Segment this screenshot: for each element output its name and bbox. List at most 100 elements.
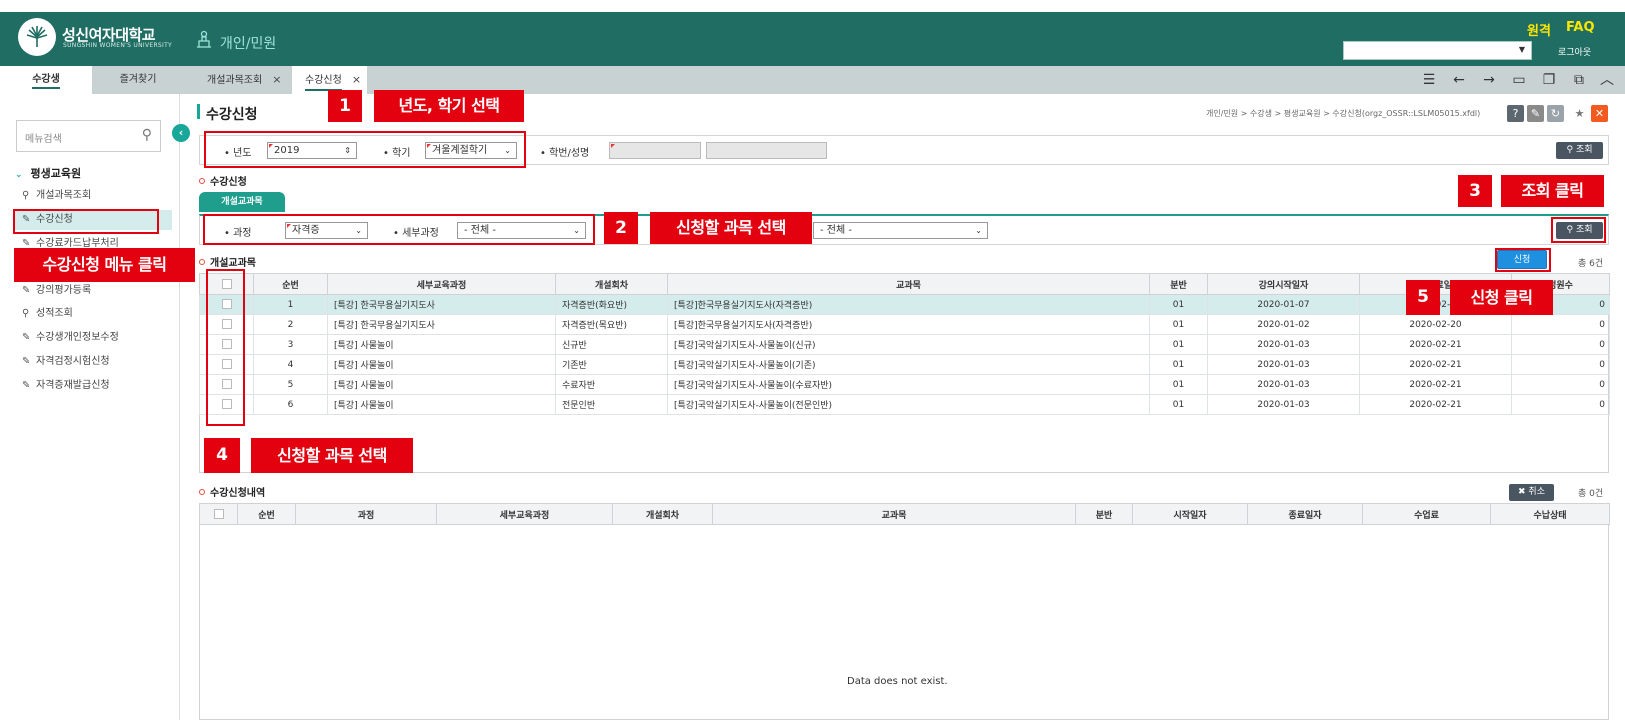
sidebar-item-grades[interactable]: ⚲ 성적조회 [22,304,73,324]
row-session: 수료자반 [555,374,668,395]
table-row[interactable]: 5 [특강] 사물놀이 수료자반 [특강]국악실기지도사-사물놀이(수료자반) 01 20… [199,374,1610,395]
column-header[interactable]: 개설회차 [555,273,668,295]
table-row[interactable]: 4 [특강] 사물놀이 기존반 [특강]국악실기지도사-사물놀이(기존) 01 2020-… [199,354,1610,375]
row-subject: [특강]국악실기지도사-사물놀이(기존) [667,354,1150,375]
row-session: 신규반 [555,334,668,355]
tab-course-search[interactable]: 개설과목조회 × [194,66,289,94]
star-icon[interactable]: ★ [1571,105,1588,122]
popup-icon[interactable]: ⧉ [1571,72,1587,88]
column-header[interactable]: 순번 [237,503,296,525]
column-header[interactable]: 종료일자 [1247,503,1363,525]
row-section: 01 [1149,354,1208,375]
close-icon[interactable]: × [352,73,361,86]
remote-link[interactable]: 원격 [1527,20,1551,39]
column-header[interactable]: 수업료 [1362,503,1491,525]
student-id-input [609,142,701,159]
edit-icon: ✎ [22,285,31,296]
chevron-up-icon[interactable]: ︿ [1599,72,1615,88]
university-logo[interactable] [18,18,56,56]
annotation-label-3: 조회 클릭 [1501,175,1604,207]
civil-service-icon [196,30,212,51]
column-header[interactable]: 세부교육과정 [436,503,613,525]
annotation-number-5: 5 [1406,280,1440,315]
sidebar-item-lecture-evaluation[interactable]: ✎ 강의평가등록 [22,281,91,301]
logo-emblem-icon [26,26,48,47]
arrow-right-icon[interactable]: → [1481,72,1497,88]
row-detail-course: [특강] 한국무용실기지도사 [327,314,556,335]
row-capacity: 0 [1511,314,1610,335]
column-header[interactable]: 순번 [253,273,328,295]
row-number: 6 [253,394,328,415]
row-section: 01 [1149,374,1208,395]
column-header[interactable]: 분반 [1075,503,1133,525]
select-all-checkbox[interactable] [199,503,238,525]
collapse-sidebar-button[interactable]: ‹ [172,124,190,142]
extra-select[interactable]: - 전체 - ⌄ [813,222,988,239]
search-icon: ⚲ [22,308,30,319]
close-icon[interactable]: × [272,73,281,86]
edit-icon: ✎ [22,238,31,248]
logout-button[interactable]: 로그아웃 [1558,45,1591,58]
column-header[interactable]: 교과목 [712,503,1076,525]
cascade-icon[interactable]: ❐ [1541,72,1557,88]
annotation-label-4: 신청할 과목 선택 [251,438,413,473]
row-number: 5 [253,374,328,395]
row-session: 자격증반(화요반) [555,294,668,315]
row-number: 2 [253,314,328,335]
window-icon[interactable]: ▭ [1511,72,1527,88]
row-number: 4 [253,354,328,375]
refresh-icon[interactable]: ↻ [1547,105,1564,122]
column-header[interactable]: 세부교육과정 [327,273,556,295]
chevron-down-icon: ⌄ [15,170,23,180]
search-button[interactable]: ⚲ 조회 [1556,142,1603,159]
row-subject: [특강]국악실기지도사-사물놀이(신규) [667,334,1150,355]
column-header[interactable]: 강의시작일자 [1207,273,1360,295]
row-end-date: 2020-02-21 [1359,354,1512,375]
column-header[interactable]: 개설회차 [612,503,713,525]
menu-title[interactable]: 개인/민원 [220,33,276,53]
sidebar-item-card-payment[interactable]: ✎ 수강료카드납부처리 [22,234,119,248]
row-capacity: 0 [1511,334,1610,355]
arrow-left-icon[interactable]: ← [1451,72,1467,88]
menu-search-input[interactable]: 메뉴검색 ⚲ [16,120,161,152]
history-total: 총 0건 [1578,489,1604,499]
help-icon[interactable]: ? [1507,105,1524,122]
table-row[interactable]: 6 [특강] 사물놀이 전문인반 [특강]국악실기지도사-사물놀이(전문인반) 01 20… [199,394,1610,415]
history-table: 순번 과정 세부교육과정 개설회차 교과목 분반 시작일자 종료일자 수업료 수… [199,503,1610,525]
table-row[interactable]: 2 [특강] 한국무용실기지도사 자격증반(목요반) [특강]한국무용실기지도사(자격… [199,314,1610,335]
sidebar-item-course-search[interactable]: ⚲ 개설과목조회 [22,186,91,206]
table-row[interactable]: 3 [특강] 사물놀이 신규반 [특강]국악실기지도사-사물놀이(신규) 01 2020-… [199,334,1610,355]
row-detail-course: [특강] 사물놀이 [327,374,556,395]
tab-favorites[interactable]: 즐겨찾기 [92,66,184,94]
student-label: • 학번/성명 [540,148,590,159]
search-icon[interactable]: ⚲ [142,127,152,143]
column-header[interactable]: 교과목 [667,273,1150,295]
tab-student[interactable]: 수강생 [0,66,92,94]
row-session: 전문인반 [555,394,668,415]
annotation-number-3: 3 [1458,175,1492,207]
sidebar-item-exam-apply[interactable]: ✎ 자격검정시험신청 [22,352,110,372]
annotation-number-1: 1 [328,90,362,122]
menu-list-icon[interactable]: ☰ [1421,72,1437,88]
column-header[interactable]: 분반 [1149,273,1208,295]
annotation-label-5: 신청 클릭 [1450,280,1553,315]
cancel-button[interactable]: ✖ 취소 [1509,484,1554,501]
top-dropdown[interactable]: ▼ [1343,41,1532,60]
tab-open-courses[interactable]: 개설교과목 [199,192,285,212]
close-icon[interactable]: ✕ [1591,105,1608,122]
section-title-apply: 수강신청 [199,173,247,188]
column-header[interactable]: 수납상태 [1490,503,1610,525]
sidebar-item-personal-info[interactable]: ✎ 수강생개인정보수정 [22,328,119,348]
annotation-box-4 [206,269,245,426]
faq-link[interactable]: FAQ [1566,20,1595,35]
row-section: 01 [1149,314,1208,335]
sidebar-group[interactable]: ⌄ 평생교육원 [15,165,81,181]
column-header[interactable]: 과정 [295,503,437,525]
history-grid-frame [199,503,1609,720]
top-strip [0,0,1625,12]
wrench-icon[interactable]: ✎ [1527,105,1544,122]
column-header[interactable]: 시작일자 [1132,503,1248,525]
row-start-date: 2020-01-03 [1207,334,1360,355]
sidebar-item-cert-reissue[interactable]: ✎ 자격증재발급신청 [22,376,110,396]
table-row[interactable]: 1 [특강] 한국무용실기지도사 자격증반(화요반) [특강]한국무용실기지도사(자격… [199,294,1610,315]
